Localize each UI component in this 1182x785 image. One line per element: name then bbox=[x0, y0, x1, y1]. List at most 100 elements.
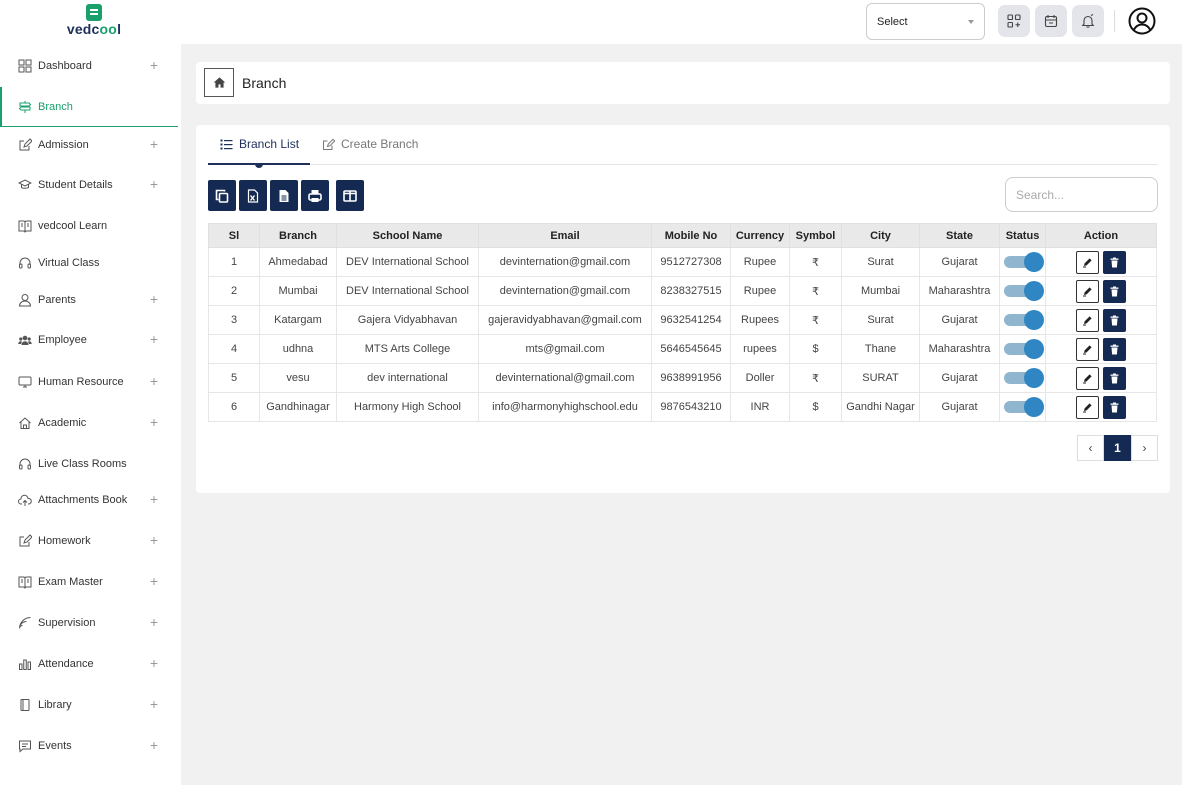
expand-icon[interactable]: + bbox=[150, 136, 158, 152]
cell-status bbox=[999, 392, 1046, 422]
column-header[interactable]: Email bbox=[478, 223, 652, 248]
expand-icon[interactable]: + bbox=[150, 176, 158, 192]
column-header[interactable]: State bbox=[919, 223, 1000, 248]
home-icon bbox=[18, 416, 32, 430]
column-header[interactable]: Currency bbox=[730, 223, 790, 248]
expand-icon[interactable]: + bbox=[150, 573, 158, 589]
delete-button[interactable] bbox=[1103, 395, 1126, 419]
branch-select[interactable]: Select bbox=[866, 3, 985, 40]
vedcool-logo[interactable]: vedcool bbox=[66, 4, 122, 40]
delete-button[interactable] bbox=[1103, 308, 1126, 332]
edit-button[interactable] bbox=[1076, 279, 1099, 303]
status-toggle[interactable] bbox=[1003, 397, 1044, 418]
column-header[interactable]: Symbol bbox=[789, 223, 842, 248]
cell-mobile: 9632541254 bbox=[651, 305, 731, 335]
expand-icon[interactable]: + bbox=[150, 614, 158, 630]
apps-add-icon[interactable] bbox=[998, 5, 1030, 37]
cell-city: Gandhi Nagar bbox=[841, 392, 920, 422]
user-circle-icon[interactable] bbox=[1128, 7, 1156, 35]
edit-button[interactable] bbox=[1076, 250, 1099, 274]
sidebar-item-library[interactable]: Library + bbox=[0, 685, 178, 725]
sidebar-item-homework[interactable]: Homework + bbox=[0, 521, 178, 561]
sidebar-item-label: Dashboard bbox=[38, 60, 92, 72]
excel-button[interactable] bbox=[239, 180, 267, 211]
cell-mobile: 8238327515 bbox=[651, 276, 731, 306]
delete-button[interactable] bbox=[1103, 366, 1126, 390]
calendar-icon[interactable] bbox=[1035, 5, 1067, 37]
columns-icon bbox=[343, 189, 357, 202]
sidebar-item-parents[interactable]: Parents + bbox=[0, 280, 178, 320]
sidebar-item-exam-master[interactable]: Exam Master + bbox=[0, 562, 178, 602]
expand-icon[interactable]: + bbox=[150, 57, 158, 73]
delete-button[interactable] bbox=[1103, 337, 1126, 361]
print-button[interactable] bbox=[301, 180, 329, 211]
expand-icon[interactable]: + bbox=[150, 414, 158, 430]
expand-icon[interactable]: + bbox=[150, 291, 158, 307]
expand-icon[interactable]: + bbox=[150, 655, 158, 671]
column-header[interactable]: Action bbox=[1045, 223, 1157, 248]
columns-button[interactable] bbox=[336, 180, 364, 211]
edit-button[interactable] bbox=[1076, 395, 1099, 419]
sidebar-item-virtual-class[interactable]: Virtual Class bbox=[0, 243, 178, 283]
edit-button[interactable] bbox=[1076, 366, 1099, 390]
expand-icon[interactable]: + bbox=[150, 491, 158, 507]
next-page-button[interactable]: › bbox=[1131, 435, 1158, 461]
search-input[interactable] bbox=[1005, 177, 1158, 212]
csv-button[interactable] bbox=[270, 180, 298, 211]
bell-icon[interactable] bbox=[1072, 5, 1104, 37]
delete-button[interactable] bbox=[1103, 250, 1126, 274]
edit-button[interactable] bbox=[1076, 337, 1099, 361]
sidebar-item-vedcool-learn[interactable]: vedcool Learn bbox=[0, 206, 178, 246]
status-toggle[interactable] bbox=[1003, 310, 1044, 331]
cell-state: Gujarat bbox=[919, 392, 1000, 422]
status-toggle[interactable] bbox=[1003, 252, 1044, 273]
status-toggle[interactable] bbox=[1003, 339, 1044, 360]
cell-symbol: ₹ bbox=[789, 363, 842, 393]
sidebar-item-academic[interactable]: Academic + bbox=[0, 403, 178, 443]
cell-school-name: Gajera Vidyabhavan bbox=[336, 305, 479, 335]
edit-button[interactable] bbox=[1076, 308, 1099, 332]
cell-mobile: 5646545645 bbox=[651, 334, 731, 364]
expand-icon[interactable]: + bbox=[150, 737, 158, 753]
expand-icon[interactable]: + bbox=[150, 331, 158, 347]
pagination: ‹ 1 › bbox=[1077, 435, 1158, 461]
edit-icon bbox=[18, 534, 32, 548]
column-header[interactable]: Branch bbox=[259, 223, 337, 248]
cell-branch: udhna bbox=[259, 334, 337, 364]
column-header[interactable]: School Name bbox=[336, 223, 479, 248]
column-header[interactable]: Sl bbox=[208, 223, 260, 248]
cell-branch: Gandhinagar bbox=[259, 392, 337, 422]
tab-create-branch[interactable]: Create Branch bbox=[322, 137, 418, 151]
status-toggle[interactable] bbox=[1003, 281, 1044, 302]
sidebar-item-employee[interactable]: Employee + bbox=[0, 320, 178, 360]
delete-button[interactable] bbox=[1103, 279, 1126, 303]
column-header[interactable]: Mobile No bbox=[651, 223, 731, 248]
sidebar-item-admission[interactable]: Admission + bbox=[0, 125, 178, 165]
sidebar-item-branch[interactable]: Branch bbox=[0, 87, 178, 127]
sidebar-item-student-details[interactable]: Student Details + bbox=[0, 165, 178, 205]
status-toggle[interactable] bbox=[1003, 368, 1044, 389]
sidebar-item-label: Homework bbox=[38, 535, 91, 547]
expand-icon[interactable]: + bbox=[150, 373, 158, 389]
book-icon bbox=[18, 219, 32, 233]
sidebar-item-live-class-rooms[interactable]: Live Class Rooms bbox=[0, 444, 178, 484]
page-button-current[interactable]: 1 bbox=[1104, 435, 1131, 461]
sidebar-item-events[interactable]: Events + bbox=[0, 726, 178, 766]
expand-icon[interactable]: + bbox=[150, 696, 158, 712]
sidebar-item-attachments-book[interactable]: Attachments Book + bbox=[0, 480, 178, 520]
copy-button[interactable] bbox=[208, 180, 236, 211]
expand-icon[interactable]: + bbox=[150, 532, 158, 548]
home-icon[interactable] bbox=[204, 68, 234, 97]
cell-state: Maharashtra bbox=[919, 276, 1000, 306]
sidebar-item-dashboard[interactable]: Dashboard + bbox=[0, 46, 178, 86]
sidebar-item-label: Branch bbox=[38, 100, 73, 113]
column-header[interactable]: City bbox=[841, 223, 920, 248]
tab-branch-list[interactable]: Branch List bbox=[220, 137, 299, 151]
sidebar-item-human-resource[interactable]: Human Resource + bbox=[0, 362, 178, 402]
prev-page-button[interactable]: ‹ bbox=[1077, 435, 1104, 461]
cell-school-name: Harmony High School bbox=[336, 392, 479, 422]
column-header[interactable]: Status bbox=[999, 223, 1046, 248]
sidebar-item-attendance[interactable]: Attendance + bbox=[0, 644, 178, 684]
sidebar-item-supervision[interactable]: Supervision + bbox=[0, 603, 178, 643]
logo-icon bbox=[86, 4, 102, 21]
